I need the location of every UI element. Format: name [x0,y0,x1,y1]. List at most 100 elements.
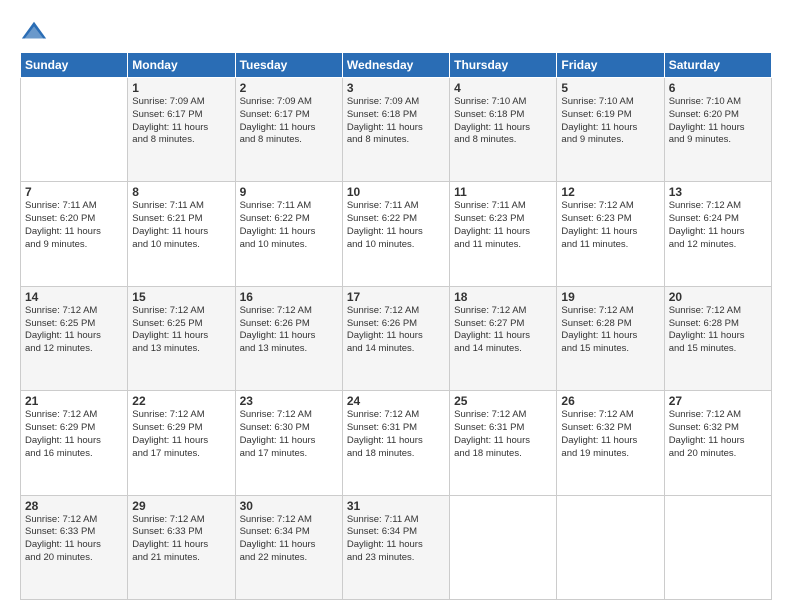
calendar-cell: 18Sunrise: 7:12 AM Sunset: 6:27 PM Dayli… [450,286,557,390]
day-info: Sunrise: 7:12 AM Sunset: 6:26 PM Dayligh… [347,305,445,356]
calendar-cell: 13Sunrise: 7:12 AM Sunset: 6:24 PM Dayli… [664,182,771,286]
day-info: Sunrise: 7:09 AM Sunset: 6:18 PM Dayligh… [347,96,445,147]
day-info: Sunrise: 7:12 AM Sunset: 6:32 PM Dayligh… [561,409,659,460]
calendar-cell: 31Sunrise: 7:11 AM Sunset: 6:34 PM Dayli… [342,495,449,599]
day-info: Sunrise: 7:12 AM Sunset: 6:34 PM Dayligh… [240,514,338,565]
calendar-cell: 14Sunrise: 7:12 AM Sunset: 6:25 PM Dayli… [21,286,128,390]
calendar-cell: 12Sunrise: 7:12 AM Sunset: 6:23 PM Dayli… [557,182,664,286]
calendar-cell: 1Sunrise: 7:09 AM Sunset: 6:17 PM Daylig… [128,78,235,182]
day-info: Sunrise: 7:11 AM Sunset: 6:22 PM Dayligh… [347,200,445,251]
day-number: 26 [561,394,659,408]
day-number: 27 [669,394,767,408]
day-info: Sunrise: 7:11 AM Sunset: 6:34 PM Dayligh… [347,514,445,565]
calendar-cell: 5Sunrise: 7:10 AM Sunset: 6:19 PM Daylig… [557,78,664,182]
weekday-header-friday: Friday [557,53,664,78]
day-info: Sunrise: 7:12 AM Sunset: 6:33 PM Dayligh… [25,514,123,565]
calendar-cell: 29Sunrise: 7:12 AM Sunset: 6:33 PM Dayli… [128,495,235,599]
day-info: Sunrise: 7:12 AM Sunset: 6:31 PM Dayligh… [347,409,445,460]
day-number: 16 [240,290,338,304]
calendar-cell: 4Sunrise: 7:10 AM Sunset: 6:18 PM Daylig… [450,78,557,182]
calendar-cell: 8Sunrise: 7:11 AM Sunset: 6:21 PM Daylig… [128,182,235,286]
day-info: Sunrise: 7:11 AM Sunset: 6:20 PM Dayligh… [25,200,123,251]
calendar-cell: 15Sunrise: 7:12 AM Sunset: 6:25 PM Dayli… [128,286,235,390]
calendar-cell: 11Sunrise: 7:11 AM Sunset: 6:23 PM Dayli… [450,182,557,286]
day-number: 22 [132,394,230,408]
day-number: 19 [561,290,659,304]
day-info: Sunrise: 7:12 AM Sunset: 6:32 PM Dayligh… [669,409,767,460]
weekday-header-thursday: Thursday [450,53,557,78]
day-info: Sunrise: 7:12 AM Sunset: 6:24 PM Dayligh… [669,200,767,251]
day-number: 4 [454,81,552,95]
day-number: 14 [25,290,123,304]
calendar-week-row: 14Sunrise: 7:12 AM Sunset: 6:25 PM Dayli… [21,286,772,390]
day-number: 10 [347,185,445,199]
calendar-cell: 16Sunrise: 7:12 AM Sunset: 6:26 PM Dayli… [235,286,342,390]
day-number: 18 [454,290,552,304]
weekday-header-sunday: Sunday [21,53,128,78]
day-number: 5 [561,81,659,95]
calendar-cell: 6Sunrise: 7:10 AM Sunset: 6:20 PM Daylig… [664,78,771,182]
day-number: 12 [561,185,659,199]
calendar-cell: 25Sunrise: 7:12 AM Sunset: 6:31 PM Dayli… [450,391,557,495]
day-info: Sunrise: 7:12 AM Sunset: 6:29 PM Dayligh… [132,409,230,460]
day-info: Sunrise: 7:12 AM Sunset: 6:28 PM Dayligh… [561,305,659,356]
calendar-cell: 17Sunrise: 7:12 AM Sunset: 6:26 PM Dayli… [342,286,449,390]
day-number: 29 [132,499,230,513]
calendar-week-row: 1Sunrise: 7:09 AM Sunset: 6:17 PM Daylig… [21,78,772,182]
day-number: 2 [240,81,338,95]
day-number: 20 [669,290,767,304]
calendar-week-row: 28Sunrise: 7:12 AM Sunset: 6:33 PM Dayli… [21,495,772,599]
calendar-cell: 23Sunrise: 7:12 AM Sunset: 6:30 PM Dayli… [235,391,342,495]
day-number: 11 [454,185,552,199]
calendar-cell: 7Sunrise: 7:11 AM Sunset: 6:20 PM Daylig… [21,182,128,286]
weekday-header-tuesday: Tuesday [235,53,342,78]
day-number: 17 [347,290,445,304]
calendar-table: SundayMondayTuesdayWednesdayThursdayFrid… [20,52,772,600]
day-info: Sunrise: 7:12 AM Sunset: 6:25 PM Dayligh… [132,305,230,356]
day-info: Sunrise: 7:12 AM Sunset: 6:27 PM Dayligh… [454,305,552,356]
day-info: Sunrise: 7:10 AM Sunset: 6:20 PM Dayligh… [669,96,767,147]
day-number: 25 [454,394,552,408]
calendar-cell: 10Sunrise: 7:11 AM Sunset: 6:22 PM Dayli… [342,182,449,286]
calendar-cell: 28Sunrise: 7:12 AM Sunset: 6:33 PM Dayli… [21,495,128,599]
day-number: 28 [25,499,123,513]
day-info: Sunrise: 7:12 AM Sunset: 6:30 PM Dayligh… [240,409,338,460]
day-info: Sunrise: 7:12 AM Sunset: 6:23 PM Dayligh… [561,200,659,251]
logo [20,18,51,46]
calendar-cell [450,495,557,599]
day-number: 24 [347,394,445,408]
day-info: Sunrise: 7:11 AM Sunset: 6:21 PM Dayligh… [132,200,230,251]
calendar-cell: 21Sunrise: 7:12 AM Sunset: 6:29 PM Dayli… [21,391,128,495]
day-number: 6 [669,81,767,95]
day-info: Sunrise: 7:11 AM Sunset: 6:23 PM Dayligh… [454,200,552,251]
calendar-cell: 24Sunrise: 7:12 AM Sunset: 6:31 PM Dayli… [342,391,449,495]
day-number: 3 [347,81,445,95]
header [20,18,772,46]
day-info: Sunrise: 7:12 AM Sunset: 6:31 PM Dayligh… [454,409,552,460]
weekday-header-saturday: Saturday [664,53,771,78]
day-info: Sunrise: 7:09 AM Sunset: 6:17 PM Dayligh… [132,96,230,147]
page: SundayMondayTuesdayWednesdayThursdayFrid… [0,0,792,612]
calendar-cell: 2Sunrise: 7:09 AM Sunset: 6:17 PM Daylig… [235,78,342,182]
calendar-cell: 27Sunrise: 7:12 AM Sunset: 6:32 PM Dayli… [664,391,771,495]
day-number: 21 [25,394,123,408]
calendar-cell [21,78,128,182]
calendar-cell [664,495,771,599]
weekday-header-monday: Monday [128,53,235,78]
day-number: 23 [240,394,338,408]
day-number: 31 [347,499,445,513]
day-number: 9 [240,185,338,199]
day-info: Sunrise: 7:12 AM Sunset: 6:33 PM Dayligh… [132,514,230,565]
calendar-cell: 20Sunrise: 7:12 AM Sunset: 6:28 PM Dayli… [664,286,771,390]
day-number: 13 [669,185,767,199]
calendar-cell: 30Sunrise: 7:12 AM Sunset: 6:34 PM Dayli… [235,495,342,599]
day-info: Sunrise: 7:12 AM Sunset: 6:25 PM Dayligh… [25,305,123,356]
calendar-cell: 26Sunrise: 7:12 AM Sunset: 6:32 PM Dayli… [557,391,664,495]
day-info: Sunrise: 7:09 AM Sunset: 6:17 PM Dayligh… [240,96,338,147]
logo-icon [20,18,48,46]
day-number: 8 [132,185,230,199]
day-info: Sunrise: 7:10 AM Sunset: 6:18 PM Dayligh… [454,96,552,147]
day-info: Sunrise: 7:12 AM Sunset: 6:29 PM Dayligh… [25,409,123,460]
day-info: Sunrise: 7:11 AM Sunset: 6:22 PM Dayligh… [240,200,338,251]
day-number: 7 [25,185,123,199]
